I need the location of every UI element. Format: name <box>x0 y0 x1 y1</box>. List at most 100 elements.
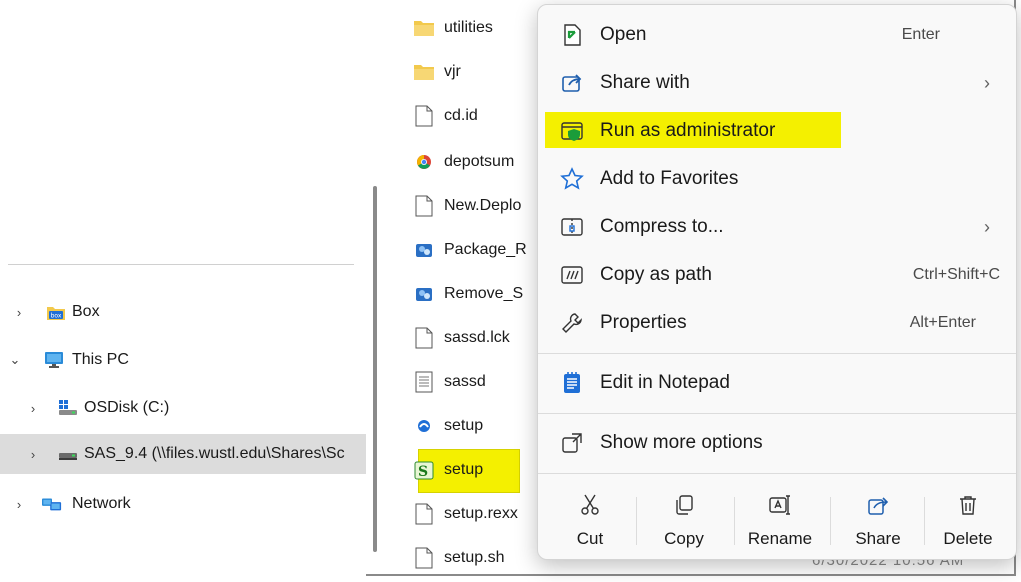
chevron-right-icon[interactable]: › <box>12 305 26 320</box>
menu-item-label: Add to Favorites <box>600 168 739 189</box>
network-icon <box>42 498 62 511</box>
menu-divider <box>538 353 1016 354</box>
file-icon <box>415 327 433 349</box>
menu-item-label: Share with <box>600 72 690 93</box>
share-with-icon <box>562 74 582 92</box>
file-name: setup <box>444 461 484 478</box>
package-icon <box>416 288 432 301</box>
context-menu: Open Enter Share with › Run as administr… <box>537 4 1017 560</box>
menu-item-compress-to[interactable]: Compress to... › <box>544 205 1010 249</box>
copy-button[interactable]: Copy <box>640 485 728 557</box>
menu-item-copy-as-path[interactable]: Copy as path Ctrl+Shift+C <box>544 253 1010 297</box>
chevron-right-icon[interactable]: › <box>26 401 40 416</box>
menu-item-share-with[interactable]: Share with › <box>544 61 1010 105</box>
svg-text:S: S <box>418 464 428 480</box>
admin-shield-icon <box>561 122 583 141</box>
text-file-icon <box>415 371 433 393</box>
nav-item-label: SAS_9.4 (\\files.wustl.edu\Shares\Sc <box>84 445 345 462</box>
file-icon <box>415 105 433 127</box>
file-icon <box>415 503 433 525</box>
menu-item-open[interactable]: Open Enter <box>544 13 1010 57</box>
file-name: depotsum <box>444 153 515 170</box>
file-icon <box>415 547 433 569</box>
package-icon <box>416 244 432 257</box>
file-icon <box>415 195 433 217</box>
nav-item-label: OSDisk (C:) <box>84 399 170 416</box>
copy-path-icon <box>561 266 583 284</box>
chevron-down-icon[interactable]: ⌄ <box>8 352 22 367</box>
button-divider <box>636 497 637 545</box>
chevron-right-icon[interactable]: › <box>26 447 40 462</box>
share-icon <box>868 497 889 515</box>
open-icon <box>564 24 581 46</box>
compress-zip-icon <box>561 218 583 236</box>
explorer-window: › box Box ⌄ This PC › OSDisk (C:) › SAS_… <box>0 0 1017 576</box>
computer-icon <box>45 352 63 368</box>
box-folder-icon: box <box>47 307 65 320</box>
menu-item-add-to-favorites[interactable]: Add to Favorites <box>544 157 1010 201</box>
notepad-icon <box>564 372 580 393</box>
file-name: sassd <box>444 373 486 390</box>
file-name: setup.sh <box>444 549 505 566</box>
nav-item-osdisk[interactable]: › OSDisk (C:) <box>0 388 366 428</box>
show-more-options-icon <box>562 433 582 453</box>
file-name: setup <box>444 417 484 434</box>
button-divider <box>734 497 735 545</box>
file-name: Package_R <box>444 241 527 258</box>
rename-label: Rename <box>747 529 813 548</box>
star-icon <box>560 167 584 190</box>
nav-divider <box>8 264 354 265</box>
folder-icon <box>414 21 434 36</box>
cut-label: Cut <box>576 529 604 548</box>
menu-item-run-as-administrator[interactable]: Run as administrator <box>544 109 1010 153</box>
network-drive-icon <box>59 453 77 460</box>
menu-item-edit-in-notepad[interactable]: Edit in Notepad <box>544 361 1010 405</box>
nav-item-network[interactable]: › Network <box>0 484 366 524</box>
button-divider <box>830 497 831 545</box>
cut-button[interactable]: Cut <box>546 485 634 557</box>
edge-icon <box>418 420 430 432</box>
nav-item-box[interactable]: › box Box <box>0 292 366 332</box>
menu-item-label: Copy as path <box>600 264 712 285</box>
svg-text:box: box <box>51 313 62 320</box>
rename-icon <box>769 495 790 515</box>
menu-item-label: Run as administrator <box>600 120 776 141</box>
menu-item-label: Compress to... <box>600 216 724 237</box>
file-name: cd.id <box>444 107 478 124</box>
chevron-right-icon: › <box>984 72 990 93</box>
folder-icon <box>414 65 434 80</box>
copy-label: Copy <box>664 529 704 548</box>
menu-divider <box>538 473 1016 474</box>
nav-item-this-pc[interactable]: ⌄ This PC <box>0 340 366 380</box>
delete-button[interactable]: Delete <box>924 485 1012 557</box>
chevron-right-icon[interactable]: › <box>12 497 26 512</box>
copy-icon <box>676 495 693 515</box>
trash-icon <box>960 496 976 515</box>
menu-item-label: Show more options <box>600 432 763 453</box>
menu-item-label: Properties <box>600 312 687 333</box>
navigation-pane: › box Box ⌄ This PC › OSDisk (C:) › SAS_… <box>0 0 366 576</box>
file-name: New.Deplo <box>444 197 522 214</box>
rename-button[interactable]: Rename <box>736 485 824 557</box>
file-name: utilities <box>444 19 493 36</box>
file-name: Remove_S <box>444 285 524 302</box>
menu-shortcut: Alt+Enter <box>909 314 976 331</box>
nav-item-sas-network-drive[interactable]: › SAS_9.4 (\\files.wustl.edu\Shares\Sc <box>0 434 366 474</box>
delete-label: Delete <box>943 529 993 548</box>
nav-scrollbar[interactable] <box>373 186 377 552</box>
chrome-icon <box>417 155 431 169</box>
menu-item-show-more-options[interactable]: Show more options <box>544 421 1010 465</box>
share-button[interactable]: Share <box>834 485 922 557</box>
wrench-icon <box>562 313 582 333</box>
windows-drive-icon <box>59 400 77 415</box>
menu-shortcut: Enter <box>901 26 940 43</box>
sas-setup-icon: S <box>414 461 434 480</box>
menu-item-label: Open <box>600 24 647 45</box>
file-name: sassd.lck <box>444 329 510 346</box>
menu-item-label: Edit in Notepad <box>600 372 730 393</box>
nav-item-label: This PC <box>72 351 129 368</box>
menu-item-properties[interactable]: Properties Alt+Enter <box>544 301 1010 345</box>
file-name: setup.rexx <box>444 505 518 522</box>
chevron-right-icon: › <box>984 216 990 237</box>
menu-divider <box>538 413 1016 414</box>
